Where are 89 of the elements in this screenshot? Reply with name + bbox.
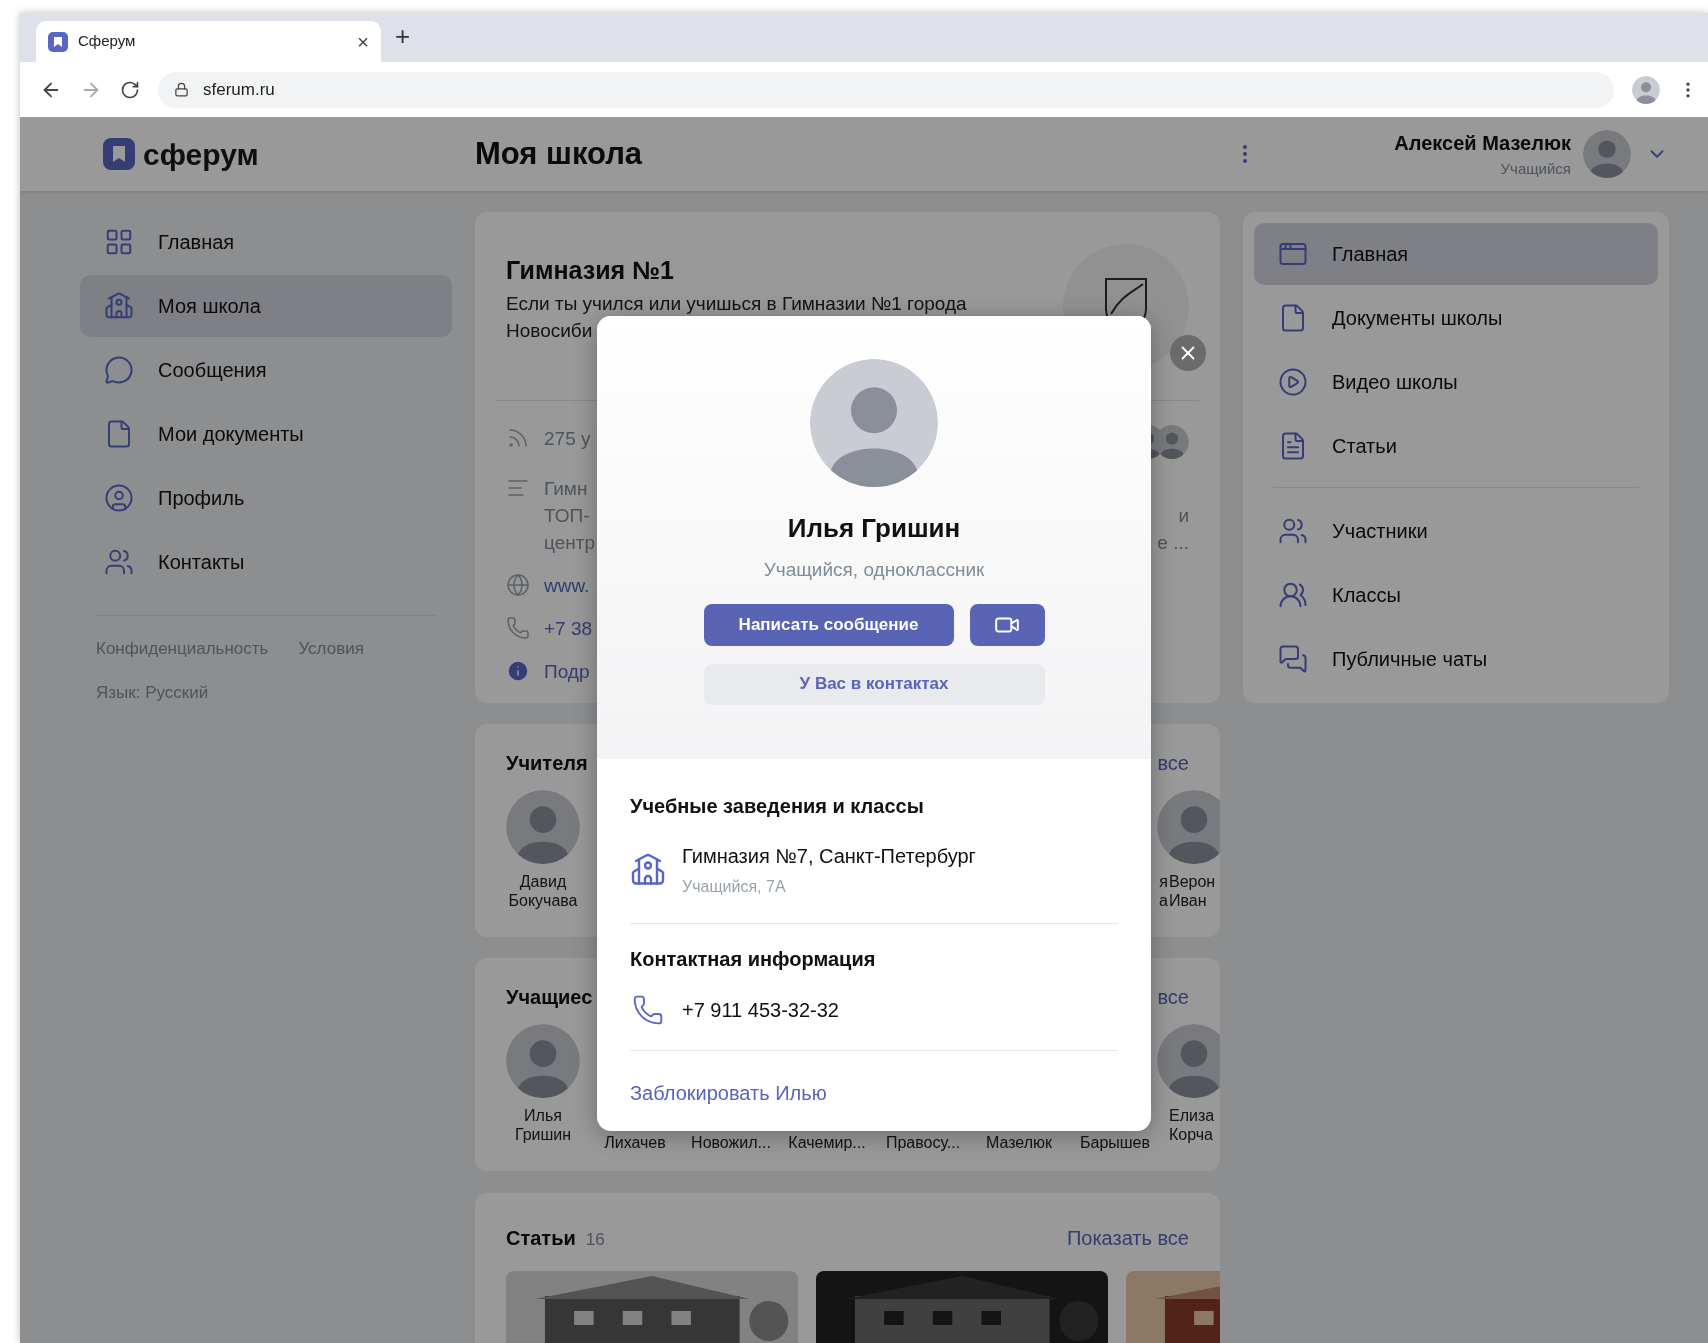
nav-item[interactable]: Профиль (80, 467, 452, 529)
info-link[interactable]: Подр (544, 658, 590, 685)
avatar (1583, 130, 1631, 178)
group-icon (1278, 580, 1308, 610)
member-name: Елиза (1169, 1106, 1215, 1125)
nav-item[interactable]: Публичные чаты (1254, 628, 1658, 690)
nav-item[interactable]: Участники (1254, 500, 1658, 562)
member-name: Иван (1169, 891, 1207, 910)
people-icon (1278, 516, 1308, 546)
grid-icon (104, 227, 134, 257)
nav-item[interactable]: Видео школы (1254, 351, 1658, 413)
member-name: Бокучава (508, 891, 578, 910)
info-text: е ... (1157, 531, 1189, 555)
member-name: Качемир... (788, 1133, 866, 1152)
play-icon (1278, 367, 1308, 397)
info-link[interactable]: www. (544, 572, 590, 599)
browser-tab[interactable]: Сферум × (36, 21, 381, 62)
nav-item[interactable]: Моя школа (80, 275, 452, 337)
member-name: я (1159, 872, 1168, 891)
info-text: центр (544, 531, 595, 555)
section-title: Учащиес (506, 985, 593, 1010)
member-name: Гришин (514, 1125, 572, 1144)
nav-item[interactable]: Классы (1254, 564, 1658, 626)
nav-item[interactable]: Статьи (1254, 415, 1658, 477)
tab-close[interactable]: × (357, 26, 369, 57)
logo-icon (103, 138, 135, 170)
info-link[interactable]: +7 38 (544, 615, 593, 642)
member-name: Лихачев (604, 1133, 666, 1152)
section-heading: Учебные заведения и классы (630, 794, 925, 819)
profile-name: Илья Гришин (787, 512, 961, 545)
video-call-button[interactable] (969, 603, 1045, 646)
detail-subtitle: Учащийся, 7А (682, 877, 787, 897)
tab-title: Сферум (78, 31, 137, 52)
building-icon (630, 852, 666, 888)
article-count: 16 (585, 1229, 605, 1251)
user-circle-icon (104, 483, 134, 513)
logo-text: сферум (143, 136, 259, 173)
member-name: Верон (1169, 872, 1216, 891)
nav-item[interactable]: Документы школы (1254, 287, 1658, 349)
detail-title: Гимназия №7, Санкт-Петербург (682, 844, 976, 869)
school-name: Гимназия №1 (506, 255, 675, 286)
show-all-link[interactable]: все (1157, 982, 1189, 1012)
member-name: Барышев (1080, 1133, 1150, 1152)
school-description: Новосиби (506, 318, 594, 343)
detail-title: +7 911 453-32-32 (682, 998, 839, 1023)
rss-icon (506, 426, 530, 450)
info-text: и (1178, 504, 1189, 528)
info-text: ТОП- (544, 504, 590, 528)
member-name: Корча (1169, 1125, 1213, 1144)
section-heading: Контактная информация (630, 947, 877, 972)
reload-icon[interactable] (120, 79, 140, 100)
nav-item[interactable]: Мои документы (80, 403, 452, 465)
section-title: Статьи (506, 1226, 576, 1251)
globe-icon (506, 573, 530, 597)
nav-item[interactable]: Главная (80, 211, 452, 273)
nav-item[interactable]: Главная (1254, 223, 1658, 285)
user-name: Алексей Мазелюк (1394, 130, 1571, 156)
contact-status-button[interactable]: У Вас в контактах (703, 663, 1045, 705)
member-name: Мазелюк (985, 1133, 1053, 1152)
info-text: Гимн (544, 477, 588, 501)
address-bar[interactable]: sferum.ru (158, 71, 1614, 108)
phone-icon (506, 616, 530, 640)
nav-item[interactable]: Сообщения (80, 339, 452, 401)
page-title: Моя школа (475, 134, 644, 173)
phone-icon (632, 994, 664, 1026)
people-icon (104, 547, 134, 577)
info-icon (506, 659, 530, 683)
block-user-link[interactable]: Заблокировать Илью (630, 1082, 827, 1104)
member-name: а (1159, 891, 1168, 910)
favicon-icon (48, 31, 68, 52)
member-name: Давид (519, 872, 567, 891)
lock-icon (174, 82, 189, 97)
school-description: Если ты учился или учишься в Гимназии №1 города (506, 291, 967, 316)
building-icon (104, 291, 134, 321)
info-text: 275 у (544, 427, 591, 451)
profile-subtitle: Учащийся, одноклассник (763, 558, 985, 582)
member-name: Правосу... (885, 1133, 961, 1152)
message-button[interactable]: Написать сообщение (703, 603, 954, 646)
section-title: Учителя (506, 751, 588, 776)
chat-bubble-icon (104, 355, 134, 385)
member-name: Новожил... (691, 1133, 771, 1152)
new-tab-button[interactable]: + (395, 17, 411, 62)
show-all-link[interactable]: все (1157, 748, 1189, 778)
chat-bubbles-icon (1278, 644, 1308, 674)
member-name: Илья (524, 1106, 562, 1125)
avatar (1632, 75, 1660, 104)
user-role: Учащийся (1500, 158, 1571, 179)
nav-item[interactable]: Контакты (80, 531, 452, 593)
show-all-link[interactable]: Показать все (1066, 1223, 1189, 1253)
